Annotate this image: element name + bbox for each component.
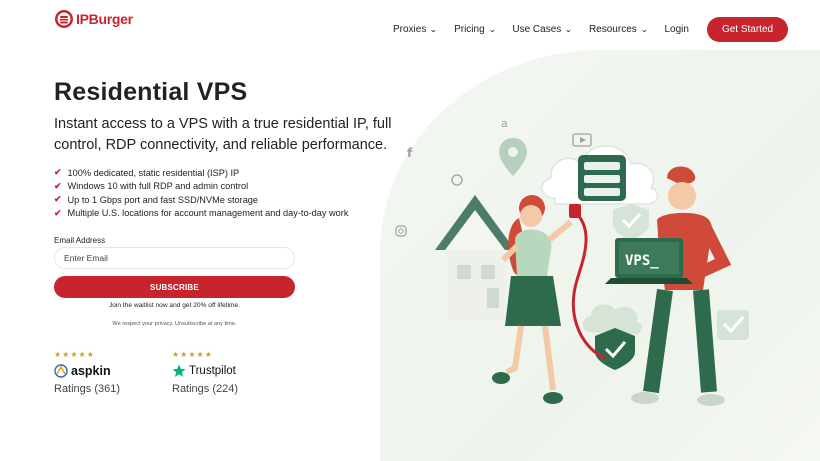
ratings-count: Ratings (224) bbox=[172, 383, 239, 395]
feature-item: ✔ Multiple U.S. locations for account ma… bbox=[54, 207, 348, 221]
burger-shield-icon bbox=[55, 10, 73, 28]
chevron-down-icon: ⌄ bbox=[564, 25, 573, 34]
nav-item-label: Proxies bbox=[393, 24, 427, 35]
aspkin-label: aspkin bbox=[71, 364, 111, 378]
nav-item-label: Use Cases bbox=[512, 24, 562, 35]
feature-text: 100% dedicated, static residential (ISP)… bbox=[67, 167, 240, 178]
chevron-down-icon: ⌄ bbox=[487, 25, 497, 34]
hero-illustration: a f ebay bbox=[395, 117, 749, 406]
star-rating: ★★★★★ bbox=[172, 350, 213, 359]
nav-item-resources[interactable]: Resources ⌄ bbox=[589, 24, 648, 35]
ratings-count: Ratings (361) bbox=[54, 383, 121, 395]
checkmark-icon: ✔ bbox=[54, 180, 62, 191]
whatsapp-icon bbox=[451, 174, 463, 186]
cloud-server-icon bbox=[541, 145, 659, 205]
facebook-icon: f bbox=[407, 146, 413, 160]
nav-item-use-cases[interactable]: Use Cases ⌄ bbox=[512, 24, 572, 35]
privacy-note: We respect your privacy. Unsubscribe at … bbox=[112, 321, 237, 327]
laptop-illustration: VPS_ bbox=[605, 238, 693, 284]
get-started-button[interactable]: Get Started bbox=[706, 17, 789, 42]
hero-subtitle: Instant access to a VPS with a true resi… bbox=[54, 116, 392, 153]
shield-check-icon bbox=[613, 204, 649, 240]
youtube-icon bbox=[572, 133, 592, 147]
instagram-icon bbox=[395, 225, 407, 237]
rating-aspkin[interactable]: ★★★★★ aspkin Ratings (361) bbox=[54, 350, 120, 395]
logo-text: IPBurger bbox=[76, 11, 133, 27]
feature-item: ✔ Up to 1 Gbps port and fast SSD/NVMe st… bbox=[54, 193, 348, 207]
page-title: Residential VPS bbox=[54, 78, 248, 106]
aspkin-logo-icon bbox=[54, 364, 68, 378]
feature-text: Windows 10 with full RDP and admin contr… bbox=[67, 181, 249, 192]
location-pin-icon bbox=[499, 138, 527, 176]
trustpilot-brand: Trustpilot bbox=[172, 363, 238, 379]
chevron-down-icon: ⌄ bbox=[429, 25, 438, 34]
star-rating: ★★★★★ bbox=[54, 350, 95, 359]
checkmark-icon: ✔ bbox=[54, 207, 62, 218]
nav-item-label: Resources bbox=[588, 24, 637, 35]
page: IPBurger Proxies ⌄ Pricing ⌄ Use Cases ⌄… bbox=[0, 0, 820, 461]
trustpilot-label: Trustpilot bbox=[189, 365, 236, 377]
feature-item: ✔ 100% dedicated, static residential (IS… bbox=[54, 166, 348, 180]
checkmark-icon: ✔ bbox=[54, 167, 62, 178]
login-link[interactable]: Login bbox=[664, 24, 688, 35]
main-nav: Proxies ⌄ Pricing ⌄ Use Cases ⌄ Resource… bbox=[393, 17, 789, 42]
plug-icon bbox=[569, 204, 581, 218]
nav-item-proxies[interactable]: Proxies ⌄ bbox=[393, 24, 438, 35]
trustpilot-star-icon bbox=[172, 364, 186, 377]
ipburger-logo[interactable]: IPBurger bbox=[54, 9, 133, 29]
email-label: Email Address bbox=[54, 236, 106, 245]
checkbox-bubble-icon bbox=[717, 310, 749, 340]
rating-trustpilot[interactable]: ★★★★★ Trustpilot Ratings (224) bbox=[172, 350, 238, 395]
security-shield-icon bbox=[582, 304, 643, 370]
nav-item-pricing[interactable]: Pricing ⌄ bbox=[454, 24, 497, 35]
feature-item: ✔ Windows 10 with full RDP and admin con… bbox=[54, 180, 348, 194]
aspkin-brand: aspkin bbox=[54, 363, 120, 379]
waitlist-note: Join the waitlist now and get 20% off li… bbox=[108, 302, 241, 309]
laptop-screen-text: VPS_ bbox=[625, 253, 659, 269]
feature-list: ✔ 100% dedicated, static residential (IS… bbox=[54, 166, 348, 220]
chevron-down-icon: ⌄ bbox=[640, 25, 649, 34]
email-field[interactable] bbox=[54, 247, 295, 269]
feature-text: Up to 1 Gbps port and fast SSD/NVMe stor… bbox=[67, 194, 259, 205]
nav-item-label: Pricing bbox=[454, 24, 485, 35]
checkmark-icon: ✔ bbox=[54, 194, 62, 205]
amazon-icon: a bbox=[501, 117, 508, 130]
feature-text: Multiple U.S. locations for account mana… bbox=[67, 208, 349, 219]
subscribe-button[interactable]: SUBSCRIBE bbox=[54, 276, 295, 298]
